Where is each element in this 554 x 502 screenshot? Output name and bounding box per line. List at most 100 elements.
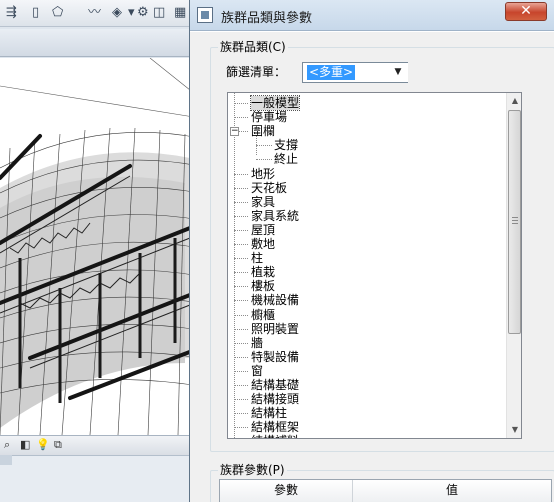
tree-connector [234, 215, 248, 217]
tree-item-label: 天花板 [251, 180, 288, 195]
quick-access-toolbar: ⇶ ▯ ⬠ 〰 ◈ ▾ ⚙ ◫ ▦ [0, 0, 200, 27]
filter-list-dropdown[interactable]: <多重> ▼ [302, 62, 408, 83]
tree-item-label: 植栽 [251, 265, 276, 280]
chevron-down-icon[interactable]: ▼ [388, 63, 408, 82]
scroll-down-icon[interactable]: ▼ [507, 422, 521, 438]
tree-item[interactable]: 特製設備 [228, 350, 504, 364]
dialog-title: 族群品類與參數 [221, 11, 313, 26]
tree-item[interactable]: 地形 [228, 167, 504, 181]
shape-icon[interactable]: ⬠ [52, 3, 63, 23]
scroll-up-icon[interactable]: ▲ [507, 93, 521, 109]
params-column-header[interactable]: 參數 [220, 480, 353, 502]
detail-icon[interactable]: ◧ [20, 438, 30, 451]
arrow-icon[interactable]: ▾ [128, 3, 135, 23]
tree-item[interactable]: 圍欄 − [228, 124, 504, 138]
dialog-title-bar[interactable]: 族群品類與參數 ✕ [190, 0, 554, 31]
tree-item[interactable]: 櫥櫃 [228, 308, 504, 322]
panel-tab [0, 455, 12, 465]
tree-item[interactable]: 植栽 [228, 265, 504, 279]
tree-connector [234, 300, 248, 302]
tree-item[interactable]: 窗 [228, 364, 504, 378]
tree-item[interactable]: 一般模型 [228, 95, 504, 111]
tree-connector [234, 173, 248, 175]
tree-item-label: 家具系統 [251, 208, 300, 223]
tree-item[interactable]: 結構接頭 [228, 392, 504, 406]
filter-list-value: <多重> [307, 65, 356, 80]
tree-connector [256, 145, 272, 147]
tree-item[interactable]: 結構框架 [228, 420, 504, 434]
tree-item-label: 圍欄 [251, 124, 276, 139]
3d-model-view[interactable] [0, 58, 200, 435]
tree-item[interactable]: 結構基礎 [228, 378, 504, 392]
crop-icon[interactable]: ⧉ [54, 438, 62, 452]
tree-connector [234, 413, 248, 415]
tree-connector [234, 328, 248, 330]
tree-item[interactable]: 機械設備 [228, 293, 504, 307]
tree-item[interactable]: 屋頂 [228, 223, 504, 237]
tag-icon[interactable]: ◈ [112, 3, 122, 23]
line-icon[interactable]: 〰 [88, 3, 101, 23]
scroll-thumb[interactable] [508, 110, 521, 334]
collapse-icon[interactable]: − [230, 127, 239, 137]
grid-icon[interactable]: ▦ [174, 3, 186, 23]
view-control-bar: ⌕ ◧ 💡 ⧉ [0, 435, 200, 455]
tree-connector [234, 272, 248, 274]
tree-item[interactable]: 支撐 [228, 138, 504, 152]
tree-item[interactable]: 終止 [228, 152, 504, 166]
lightbulb-icon[interactable]: 💡 [36, 438, 50, 451]
params-group-label: 族群參數(P) [218, 461, 287, 478]
tree-connector [234, 103, 248, 104]
tree-item[interactable]: 柱 [228, 251, 504, 265]
tree-item[interactable]: 停車場 [228, 110, 504, 124]
tree-scrollbar[interactable]: ▲ ▼ [506, 93, 521, 438]
lower-panel [0, 455, 200, 502]
tree-connector [234, 286, 248, 288]
tree-item[interactable]: 照明裝置 [228, 322, 504, 336]
category-tree[interactable]: 一般模型 停車場 圍欄 − 支撐 終止 地形 天花板 家具 家具系統 屋頂 敷地柱植栽 樓板 機械設備 櫥櫃… [227, 92, 522, 439]
tree-item-label: 櫥櫃 [251, 307, 276, 322]
tree-connector [256, 159, 272, 161]
app-icon [197, 7, 213, 23]
tree-item-label: 結構接頭 [251, 392, 300, 407]
tree-item-label: 支撐 [274, 138, 299, 153]
tree-item-label: 柱 [251, 251, 264, 266]
close-button[interactable]: ✕ [505, 2, 547, 21]
split-icon[interactable]: ▯ [32, 3, 39, 23]
tree-item[interactable]: 天花板 [228, 181, 504, 195]
tree-item-label: 地形 [251, 166, 276, 181]
tree-connector [234, 244, 248, 245]
tree-item-label: 停車場 [251, 110, 288, 125]
tree-item[interactable]: 結構柱 [228, 406, 504, 420]
value-column-header[interactable]: 值 [353, 480, 551, 502]
tree-item-label: 結構柱 [251, 406, 288, 421]
tree-item-label: 一般模型 [249, 95, 301, 111]
tree-item[interactable]: 樓板 [228, 279, 504, 293]
gear-icon[interactable]: ⚙ [137, 3, 149, 23]
align-icon[interactable]: ⇶ [6, 3, 17, 23]
tree-connector [234, 427, 248, 429]
tree-connector [234, 399, 248, 401]
roof-truss-model-drawing [0, 58, 200, 435]
tree-item-label: 機械設備 [251, 293, 300, 308]
tree-connector [234, 229, 248, 231]
tree-connector [234, 187, 248, 189]
params-table[interactable]: 參數 值 [219, 479, 552, 502]
tree-item-label: 結構補料 [251, 434, 299, 438]
tree-item[interactable]: 家具 [228, 195, 504, 209]
tree-item-label: 照明裝置 [251, 321, 300, 336]
filter-list-label: 篩選清單： [226, 65, 287, 79]
tree-item-label: 家具 [251, 194, 276, 209]
tree-item[interactable]: 敷地 [228, 237, 504, 251]
tree-connector [234, 117, 248, 119]
tree-connector [234, 370, 248, 372]
tree-item[interactable]: 家具系統 [228, 209, 504, 223]
tree-item[interactable]: 牆 [228, 336, 504, 350]
family-category-dialog: 族群品類與參數 ✕ 族群品類(C) 篩選清單： <多重> ▼ 一般模型 停車場 圍欄… [189, 0, 554, 502]
tree-item-label: 敷地 [251, 237, 276, 251]
tree-connector [234, 356, 248, 358]
tree-connector [234, 201, 248, 203]
scale-icon[interactable]: ⌕ [4, 438, 10, 452]
view-icon[interactable]: ◫ [153, 3, 165, 23]
grip-icon [512, 217, 518, 224]
tree-item[interactable]: 結構補料 [228, 434, 504, 438]
